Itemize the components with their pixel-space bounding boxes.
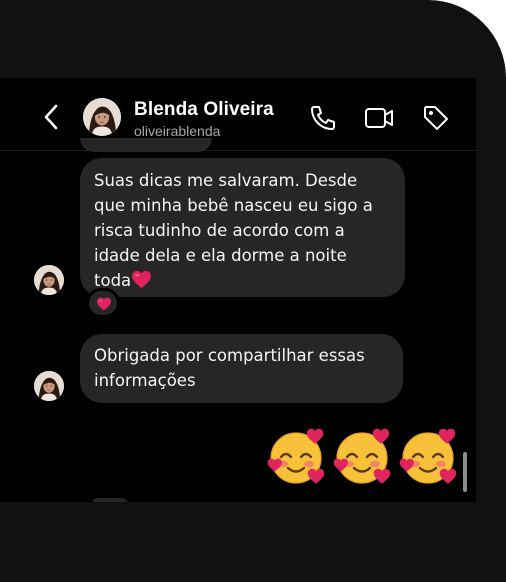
chat-header: Blenda Oliveira oliveirablenda	[0, 78, 476, 150]
previous-message-bubble	[80, 138, 212, 152]
video-call-button[interactable]	[364, 103, 394, 133]
red-heart-icon	[96, 297, 112, 311]
smiling-face-with-hearts-icon	[332, 424, 396, 488]
phone-call-button[interactable]	[308, 103, 338, 133]
sent-emoji-message[interactable]	[266, 424, 462, 488]
smiling-face-with-hearts-icon	[398, 424, 462, 488]
contact-handle[interactable]: oliveirablenda	[134, 123, 220, 139]
contact-avatar[interactable]	[83, 98, 121, 136]
message-bubble[interactable]: Obrigada por compartilhar essas informaç…	[80, 334, 403, 403]
contact-name[interactable]: Blenda Oliveira	[134, 99, 274, 121]
message-bubble[interactable]: Suas dicas me salvaram. Desde que minha …	[80, 158, 405, 297]
red-heart-icon	[131, 270, 152, 289]
scrollbar[interactable]	[463, 452, 467, 492]
chat-screen: Blenda Oliveira oliveirablenda Suas dica…	[0, 78, 476, 502]
next-message-bubble	[92, 498, 128, 502]
header-divider	[0, 150, 476, 151]
tag-button[interactable]	[421, 103, 451, 133]
video-camera-icon	[365, 108, 393, 128]
device-frame: Blenda Oliveira oliveirablenda Suas dica…	[0, 0, 506, 582]
sender-avatar[interactable]	[34, 265, 64, 295]
sender-avatar[interactable]	[34, 371, 64, 401]
phone-icon	[311, 106, 335, 130]
smiling-face-with-hearts-icon	[266, 424, 330, 488]
back-chevron-icon	[44, 104, 58, 130]
message-reaction[interactable]	[86, 288, 120, 318]
message-text: Obrigada por compartilhar essas informaç…	[94, 346, 365, 390]
tag-icon	[424, 106, 448, 130]
back-button[interactable]	[40, 103, 64, 131]
